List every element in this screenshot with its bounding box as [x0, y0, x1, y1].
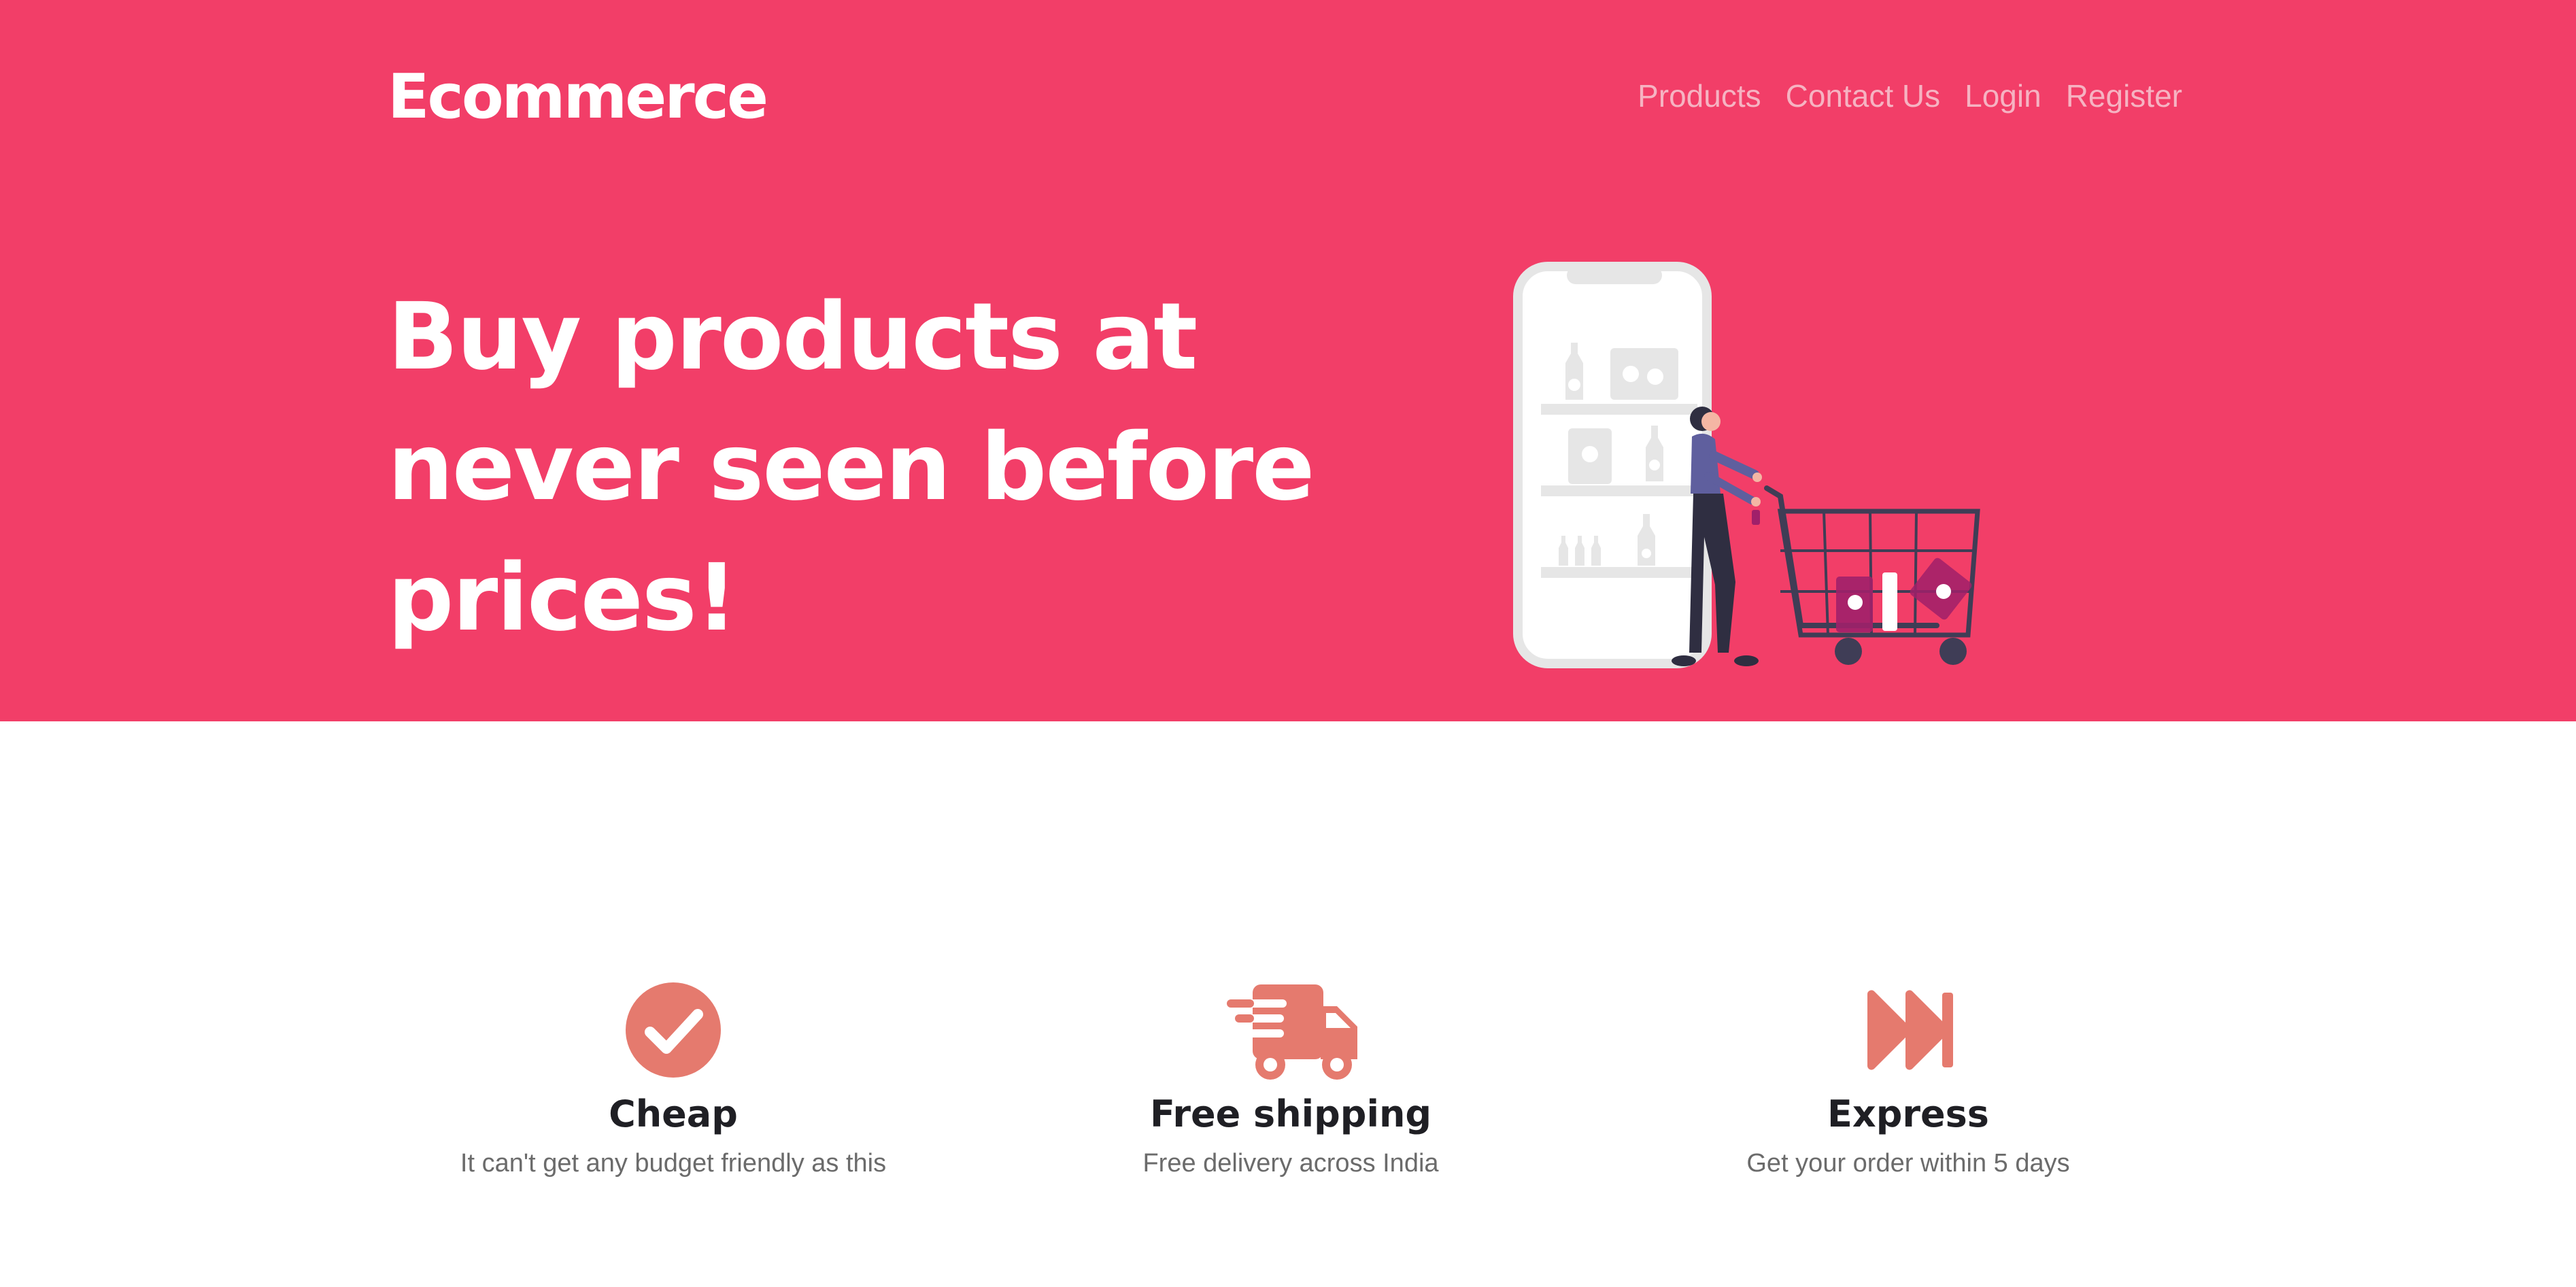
main-nav: Products Contact Us Login Register	[1638, 79, 2182, 114]
brand-logo[interactable]: Ecommerce	[388, 67, 768, 128]
feature-express: Express Get your order within 5 days	[1670, 979, 2146, 1182]
fast-forward-icon	[1867, 990, 1953, 1070]
feature-description: Free delivery across India	[1142, 1149, 1439, 1178]
hero-section: Ecommerce Products Contact Us Login Regi…	[0, 0, 2576, 721]
nav-link-login[interactable]: Login	[1965, 79, 2041, 114]
phone-body	[1513, 262, 1712, 668]
headline-line-2: never seen before	[388, 414, 1315, 521]
phone-notch	[1567, 267, 1662, 284]
feature-description: Get your order within 5 days	[1746, 1149, 2070, 1178]
nav-link-register[interactable]: Register	[2066, 79, 2182, 114]
headline-line-3: prices!	[388, 545, 738, 652]
cart-wheel-left	[1835, 638, 1862, 665]
feature-cheap: Cheap It can't get any budget friendly a…	[435, 979, 911, 1182]
headline-line-1: Buy products at	[388, 284, 1198, 391]
feature-free-shipping: Free shipping Free delivery across India	[1053, 979, 1529, 1182]
feature-title: Free shipping	[1149, 1093, 1432, 1135]
feature-title: Express	[1827, 1093, 1989, 1135]
cart-wheel-right	[1939, 638, 1967, 665]
check-circle-icon	[626, 982, 721, 1078]
feature-title: Cheap	[609, 1093, 738, 1135]
feature-description: It can't get any budget friendly as this	[460, 1149, 887, 1178]
truck-icon	[1227, 984, 1357, 1080]
nav-link-products[interactable]: Products	[1638, 79, 1761, 114]
shopping-cart-illustration	[1513, 262, 1980, 668]
hero-headline: Buy products at never seen before prices…	[388, 272, 1340, 664]
nav-link-contact[interactable]: Contact Us	[1786, 79, 1941, 114]
